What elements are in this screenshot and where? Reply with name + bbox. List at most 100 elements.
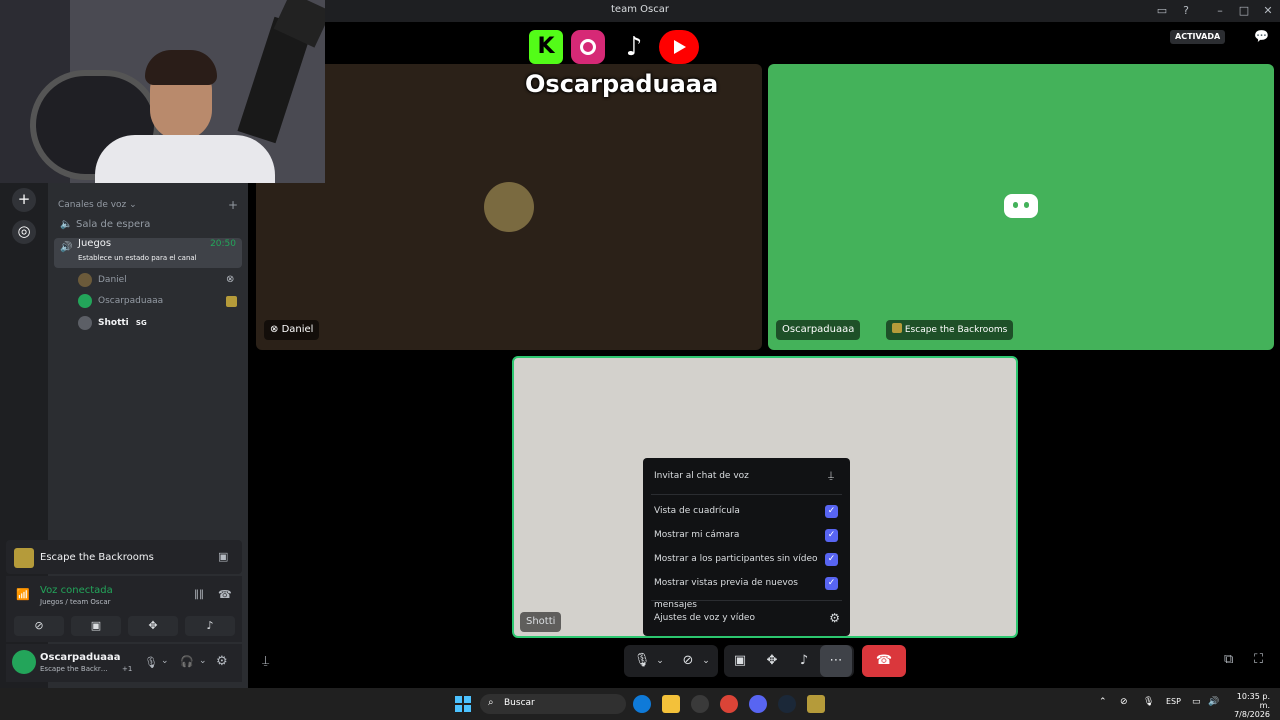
check-icon[interactable]: ✓ [825, 505, 838, 518]
activity-label: Escape the Backrooms [886, 320, 1014, 340]
tiktok-icon: ♪ [625, 32, 643, 62]
fullscreen-icon[interactable]: ⛶ [1254, 652, 1263, 667]
maximize-button[interactable]: □ [1236, 3, 1252, 19]
soundboard-icon[interactable]: ♪ [185, 616, 235, 636]
channel-sala-de-espera[interactable]: 🔈 Sala de espera [54, 215, 242, 235]
settings-app-icon[interactable] [691, 695, 709, 713]
headphones-icon[interactable]: 🎧 [180, 655, 194, 668]
screenshare-icon[interactable]: ▣ [724, 645, 756, 677]
divider [651, 494, 842, 495]
check-icon[interactable]: ✓ [825, 553, 838, 566]
speaker-icon: 🔈 [60, 219, 73, 230]
show-camera-option[interactable]: Mostrar mi cámara ✓ [651, 524, 842, 546]
call-options-menu: Invitar al chat de voz ⍊ Vista de cuadrí… [643, 458, 850, 636]
avatar [484, 182, 534, 232]
edge-icon[interactable] [633, 695, 651, 713]
streamer-name: Oscarpaduaaa [525, 70, 719, 98]
close-button[interactable]: ✕ [1260, 3, 1276, 19]
xbox-icon: ⊗ [270, 324, 279, 335]
member-daniel[interactable]: Daniel [78, 270, 127, 290]
language-indicator[interactable]: ESP [1166, 697, 1181, 706]
minimize-button[interactable]: – [1212, 3, 1228, 19]
guild-tag: SG [135, 319, 147, 327]
voice-status[interactable]: Voz conectada [40, 585, 113, 596]
mic-icon[interactable]: 🎙 [144, 656, 158, 669]
game-icon[interactable] [807, 695, 825, 713]
chevron-down-icon[interactable]: ⌄ [694, 645, 718, 677]
channel-status[interactable]: Establece un estado para el canal [78, 248, 197, 268]
add-user-icon[interactable]: ⍊ [262, 653, 269, 668]
check-icon[interactable]: ✓ [825, 529, 838, 542]
message-previews-option[interactable]: Mostrar vistas previa de nuevos mensajes… [651, 572, 842, 610]
popout-icon[interactable]: ⧉ [1224, 652, 1233, 667]
invite-menu-item[interactable]: Invitar al chat de voz ⍊ [651, 465, 842, 487]
tile-label: Shotti [520, 612, 562, 632]
voice-panel: 📶 Voz conectada Juegos / team Oscar ‖‖ ☎… [6, 576, 242, 642]
avatar [78, 273, 92, 287]
audio-video-controls: 🎙 ⌄ ⊘ ⌄ [624, 645, 718, 677]
instagram-icon [571, 30, 605, 64]
volume-icon[interactable]: 🔊 [1208, 697, 1219, 707]
show-non-video-option[interactable]: Mostrar a los participantes sin vídeo ✓ [651, 548, 842, 570]
social-banner: K ♪ Oscarpaduaaa [525, 26, 719, 106]
soundboard-icon[interactable]: ♪ [788, 645, 820, 677]
chevron-down-icon[interactable]: ⌄ [161, 656, 169, 666]
activities-icon[interactable]: ✥ [756, 645, 788, 677]
video-tile-daniel[interactable]: ⊗ Daniel [256, 64, 762, 350]
activity-card[interactable]: Escape the Backrooms ▣ [6, 540, 242, 574]
camera-off-icon[interactable]: ⊘ [14, 616, 64, 636]
search-icon: ⌕ [488, 697, 494, 708]
mic-icon[interactable]: 🎙 [1143, 697, 1154, 707]
add-channel-icon[interactable]: + [228, 198, 238, 212]
chevron-down-icon[interactable]: ⌄ [199, 656, 207, 666]
gear-icon: ⚙ [829, 611, 840, 625]
taskbar-search[interactable]: ⌕ Buscar [480, 694, 626, 714]
username[interactable]: Oscarpaduaaa [40, 652, 121, 663]
youtube-icon [659, 30, 699, 64]
discord-icon[interactable] [749, 695, 767, 713]
chevron-up-icon[interactable]: ⌃ [1099, 697, 1107, 707]
user-activity: Escape the Backr… [40, 665, 108, 673]
network-icon[interactable]: ⊘ [1120, 697, 1128, 707]
chat-icon[interactable]: 💬 [1254, 29, 1269, 43]
check-icon[interactable]: ✓ [825, 577, 838, 590]
screenshare-icon[interactable]: ▣ [71, 616, 121, 636]
channel-juegos[interactable]: 🔊 Juegos 20:50 Establece un estado para … [54, 238, 242, 268]
video-tile-oscarpaduaaa[interactable]: Oscarpaduaaa Escape the Backrooms [768, 64, 1274, 350]
clock[interactable]: 10:35 p. m. 7/8/2026 [1228, 692, 1270, 719]
voice-location[interactable]: Juegos / team Oscar [40, 598, 111, 606]
disconnect-icon[interactable]: ☎ [218, 588, 232, 601]
grid-view-option[interactable]: Vista de cuadrícula ✓ [651, 500, 842, 522]
person-hair [145, 50, 217, 85]
user-panel: Oscarpaduaaa Escape the Backr… +1 🎙 ⌄ 🎧 … [6, 644, 242, 682]
steam-icon[interactable] [778, 695, 796, 713]
windows-start-icon[interactable] [455, 696, 471, 712]
game-icon [14, 548, 34, 568]
member-shotti[interactable]: Shotti SG [78, 313, 147, 333]
add-server-icon[interactable]: + [12, 188, 36, 212]
avatar[interactable] [12, 650, 36, 674]
display-icon[interactable]: ▭ [1192, 697, 1201, 707]
explore-icon[interactable]: ◎ [12, 220, 36, 244]
speaker-icon: 🔊 [60, 242, 73, 253]
noise-suppression-icon[interactable]: ‖‖ [194, 589, 204, 600]
activity-extra: +1 [122, 665, 133, 673]
help-icon[interactable]: ? [1178, 3, 1194, 19]
person-shirt [95, 135, 275, 183]
inbox-icon[interactable]: ▭ [1154, 3, 1170, 19]
gear-icon[interactable]: ⚙ [216, 654, 228, 669]
chrome-icon[interactable] [720, 695, 738, 713]
member-oscarpaduaaa[interactable]: Oscarpaduaaa [78, 291, 163, 311]
tile-label: Oscarpaduaaa [776, 320, 861, 340]
stream-icon[interactable]: ▣ [218, 550, 228, 563]
voice-channels-header[interactable]: Canales de voz ⌄ [58, 200, 137, 210]
chevron-down-icon[interactable]: ⌄ [648, 645, 672, 677]
activities-icon[interactable]: ✥ [128, 616, 178, 636]
more-options-icon[interactable]: ⋯ [820, 645, 852, 677]
add-user-icon: ⍊ [828, 470, 834, 481]
file-explorer-icon[interactable] [662, 695, 680, 713]
voice-video-settings-item[interactable]: Ajustes de voz y vídeo ⚙ [651, 607, 842, 629]
divider [651, 600, 842, 601]
leave-call-button[interactable]: ☎ [862, 645, 906, 677]
signal-icon[interactable]: 📶 [16, 588, 30, 601]
